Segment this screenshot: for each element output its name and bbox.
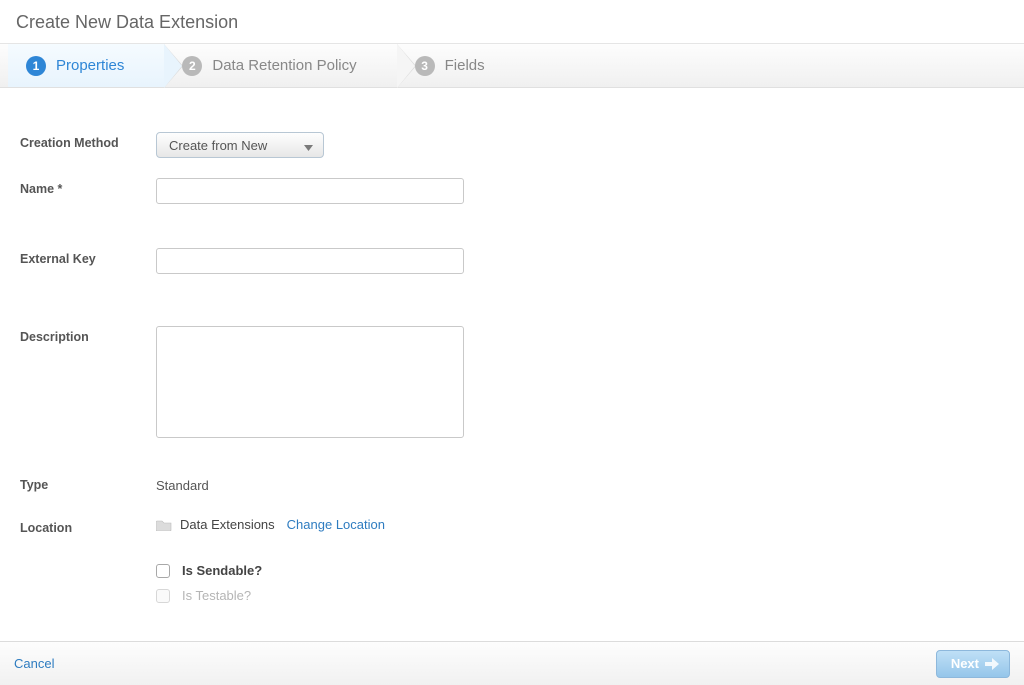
step-3-label: Fields xyxy=(445,57,485,74)
testable-row: Is Testable? xyxy=(156,588,262,603)
wizard-step-bar: 1 Properties 2 Data Retention Policy 3 F… xyxy=(0,44,1024,88)
step-data-retention[interactable]: 2 Data Retention Policy xyxy=(164,44,396,87)
testable-checkbox xyxy=(156,589,170,603)
type-label: Type xyxy=(20,474,140,492)
step-fields[interactable]: 3 Fields xyxy=(397,44,525,87)
row-flags: Is Sendable? Is Testable? xyxy=(20,563,1004,613)
properties-form: Creation Method Create from New Name * E… xyxy=(0,88,1024,653)
location-label: Location xyxy=(20,517,140,535)
creation-method-value: Create from New xyxy=(169,138,267,153)
step-2-label: Data Retention Policy xyxy=(212,57,356,74)
next-button[interactable]: Next xyxy=(936,650,1010,678)
dialog-title: Create New Data Extension xyxy=(0,0,1024,44)
row-creation-method: Creation Method Create from New xyxy=(20,132,1004,158)
external-key-label: External Key xyxy=(20,248,140,266)
external-key-input[interactable] xyxy=(156,248,464,274)
folder-icon xyxy=(156,518,172,531)
flags-spacer xyxy=(20,563,140,567)
location-folder: Data Extensions xyxy=(180,517,275,532)
change-location-link[interactable]: Change Location xyxy=(287,517,385,532)
arrow-right-icon xyxy=(985,658,999,670)
row-external-key: External Key xyxy=(20,248,1004,274)
type-value: Standard xyxy=(156,474,209,493)
dialog-footer: Cancel Next xyxy=(0,641,1024,685)
chevron-down-icon xyxy=(304,139,313,154)
sendable-checkbox[interactable] xyxy=(156,564,170,578)
row-type: Type Standard xyxy=(20,474,1004,493)
name-label: Name * xyxy=(20,178,140,196)
cancel-button[interactable]: Cancel xyxy=(14,656,54,671)
step-2-number: 2 xyxy=(182,56,202,76)
step-1-number: 1 xyxy=(26,56,46,76)
next-label: Next xyxy=(951,656,979,671)
row-name: Name * xyxy=(20,178,1004,204)
sendable-label: Is Sendable? xyxy=(182,563,262,578)
name-input[interactable] xyxy=(156,178,464,204)
step-properties[interactable]: 1 Properties xyxy=(8,44,164,87)
testable-label: Is Testable? xyxy=(182,588,251,603)
creation-method-label: Creation Method xyxy=(20,132,140,150)
row-location: Location Data Extensions Change Location xyxy=(20,517,1004,535)
sendable-row: Is Sendable? xyxy=(156,563,262,578)
creation-method-dropdown[interactable]: Create from New xyxy=(156,132,324,158)
description-label: Description xyxy=(20,326,140,344)
description-textarea[interactable] xyxy=(156,326,464,438)
step-1-label: Properties xyxy=(56,57,124,74)
row-description: Description xyxy=(20,326,1004,438)
step-3-number: 3 xyxy=(415,56,435,76)
